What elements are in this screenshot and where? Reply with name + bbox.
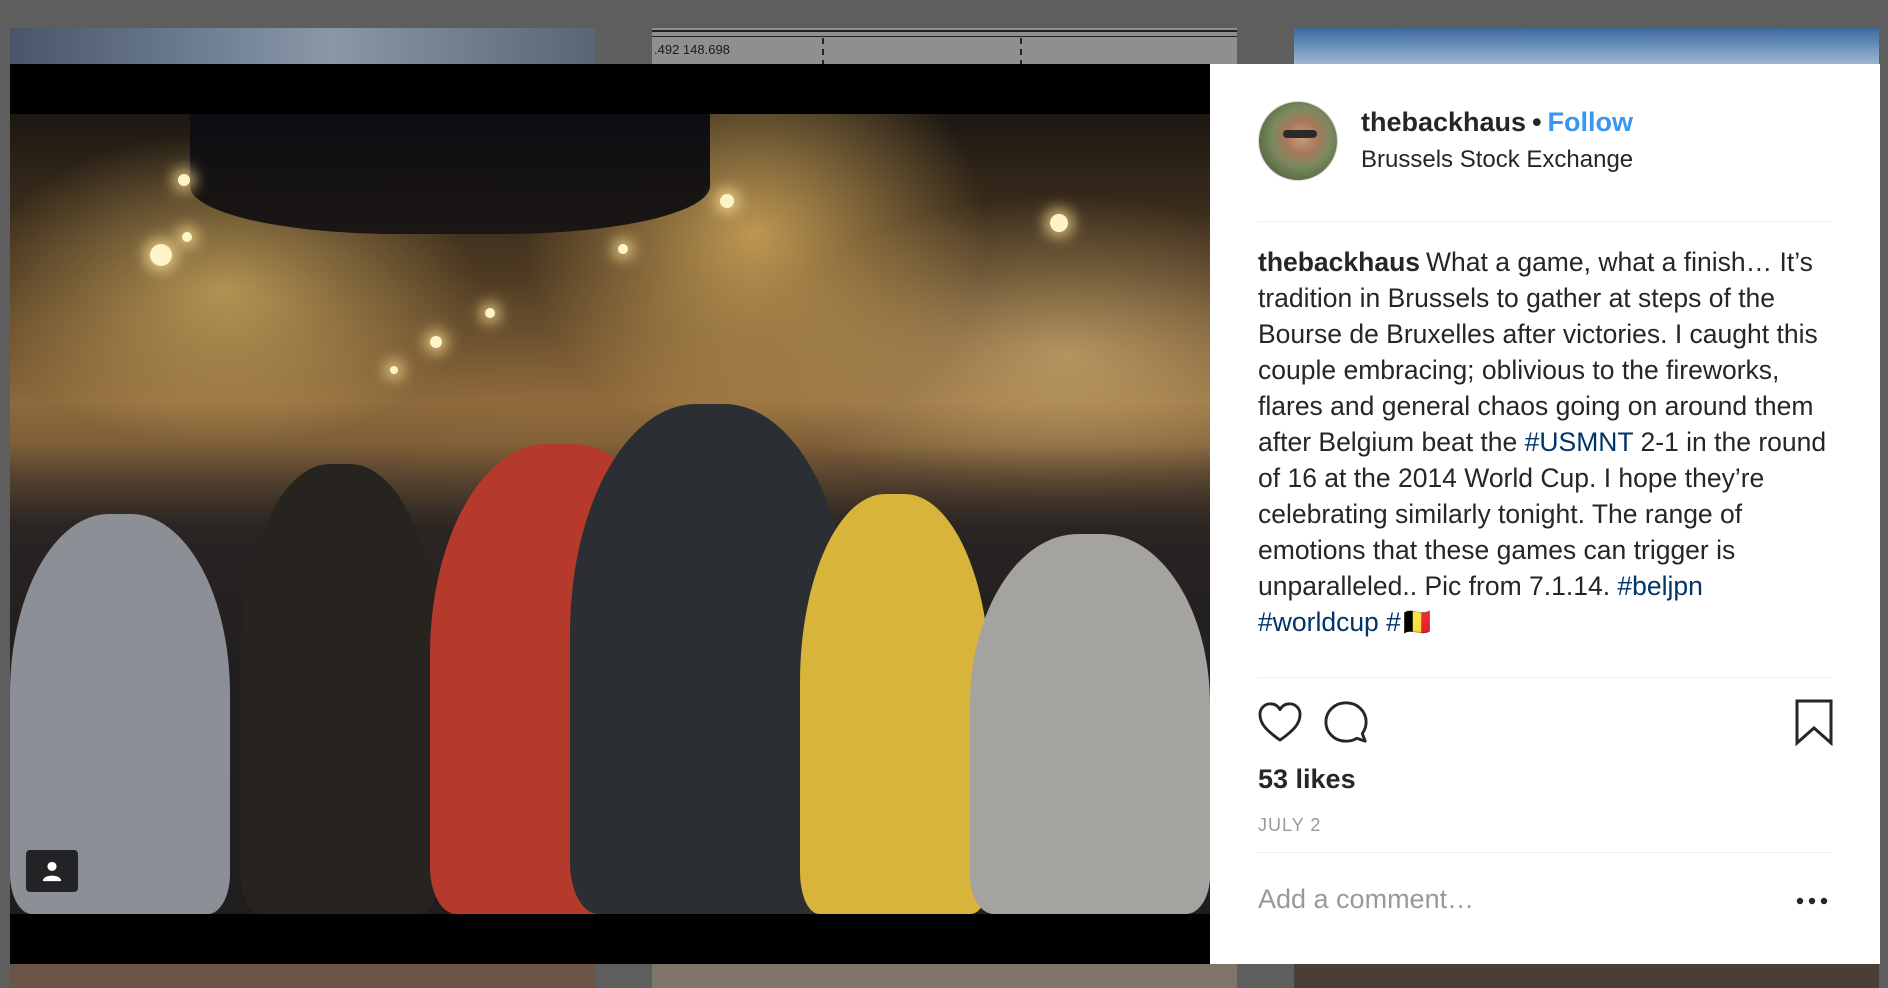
save-button[interactable] xyxy=(1788,696,1840,748)
divider xyxy=(1258,677,1832,678)
post-photo[interactable] xyxy=(10,114,1210,914)
location-link[interactable]: Brussels Stock Exchange xyxy=(1361,146,1633,174)
post-modal: thebackhaus • Follow Brussels Stock Exchan… xyxy=(10,64,1880,964)
person-silhouette xyxy=(240,464,440,914)
username-link[interactable]: thebackhaus xyxy=(1361,107,1526,137)
user-tag-button[interactable] xyxy=(26,850,78,892)
separator-dot: • xyxy=(1532,107,1542,137)
hashtag-link[interactable]: #beljpn xyxy=(1617,571,1702,601)
background-post-thumbnail[interactable] xyxy=(10,962,595,988)
post-actions xyxy=(1258,696,1833,756)
comment-input[interactable] xyxy=(1258,874,1758,924)
background-post-thumbnail[interactable] xyxy=(1294,962,1879,988)
street-light xyxy=(430,336,442,348)
street-light xyxy=(150,244,172,266)
street-light xyxy=(390,366,398,374)
person-silhouette xyxy=(970,534,1210,914)
street-light xyxy=(720,194,734,208)
comment-button[interactable] xyxy=(1320,696,1372,748)
post-date[interactable]: JULY 2 xyxy=(1258,815,1321,836)
person-silhouette xyxy=(800,494,990,914)
street-light xyxy=(1050,214,1068,232)
post-header: thebackhaus • Follow Brussels Stock Exchan… xyxy=(1258,101,1832,222)
more-options-button[interactable] xyxy=(1792,886,1832,916)
street-light xyxy=(178,174,190,186)
post-details-panel: thebackhaus • Follow Brussels Stock Exchan… xyxy=(1210,64,1880,964)
hashtag-link[interactable]: #🇧🇪 xyxy=(1386,607,1434,637)
background-post-thumbnail[interactable] xyxy=(1294,28,1879,68)
background-post-thumbnail-chart[interactable]: .492 148.698 xyxy=(652,28,1237,68)
ellipsis-icon xyxy=(1796,897,1828,905)
heart-icon xyxy=(1258,702,1302,742)
background-post-thumbnail[interactable] xyxy=(10,28,595,68)
night-sky xyxy=(190,114,710,234)
avatar[interactable] xyxy=(1258,101,1338,181)
chart-line xyxy=(652,36,1237,37)
bookmark-icon xyxy=(1795,699,1833,746)
hashtag-link[interactable]: #worldcup xyxy=(1258,607,1379,637)
person-icon xyxy=(42,861,62,882)
header-username-line: thebackhaus • Follow xyxy=(1361,107,1633,138)
street-light xyxy=(618,244,628,254)
caption-text: What a game, what a finish… It’s traditi… xyxy=(1258,247,1818,457)
street-light xyxy=(485,308,495,318)
follow-button[interactable]: Follow xyxy=(1548,107,1633,137)
chart-tick-text: .492 148.698 xyxy=(654,42,730,57)
like-button[interactable] xyxy=(1254,696,1306,748)
chart-dashed-line xyxy=(822,38,824,66)
caption-username[interactable]: thebackhaus xyxy=(1258,247,1420,277)
speech-bubble-icon xyxy=(1324,701,1368,743)
likes-count[interactable]: 53 likes xyxy=(1258,764,1356,795)
chart-dashed-line xyxy=(1020,38,1022,66)
background-post-thumbnail[interactable] xyxy=(652,962,1237,988)
avatar-glasses xyxy=(1283,130,1317,138)
street-light xyxy=(182,232,192,242)
hashtag-link[interactable]: #USMNT xyxy=(1525,427,1633,457)
post-caption: thebackhaus What a game, what a finish… I… xyxy=(1258,244,1836,640)
post-media xyxy=(10,64,1210,964)
chart-line xyxy=(652,30,1237,32)
divider xyxy=(1258,852,1832,853)
